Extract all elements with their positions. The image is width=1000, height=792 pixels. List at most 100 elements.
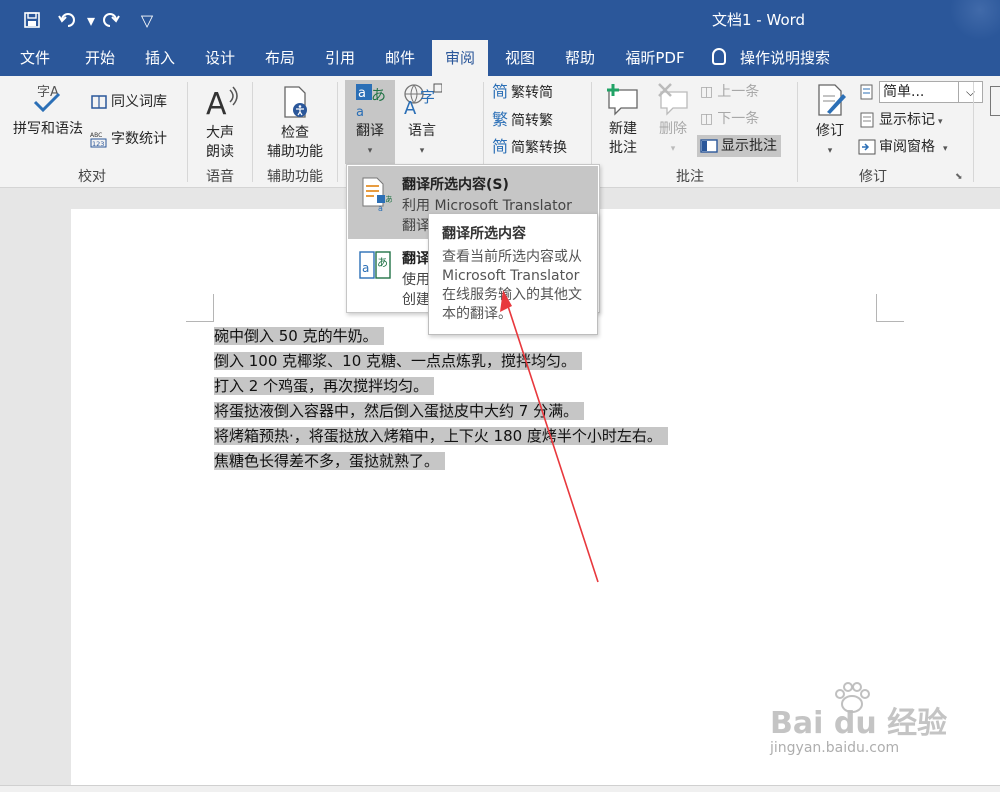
dialog-launcher-icon[interactable]: ⬊ [955, 172, 963, 182]
next-comment-button[interactable]: ◫ 下一条 [700, 108, 759, 130]
document-body[interactable]: 碗中倒入 50 克的牛奶。 倒入 100 克椰浆、10 克糖、一点点炼乳，搅拌均… [214, 324, 668, 474]
delete-dropdown-icon: ▾ [670, 144, 676, 154]
undo-icon[interactable] [55, 8, 79, 32]
accept-changes-icon[interactable] [990, 86, 1000, 116]
conversion-char-icon: 简 [492, 137, 509, 156]
tab-design[interactable]: 设计 [195, 40, 245, 76]
paragraph: 打入 2 个鸡蛋，再次搅拌均匀。 [214, 374, 668, 399]
reviewing-pane-icon [858, 139, 876, 155]
show-markup-dropdown-icon: ▾ [938, 117, 943, 127]
tab-foxit-pdf[interactable]: 福昕PDF [615, 40, 695, 76]
svg-text:a: a [356, 105, 364, 118]
traditional-char-icon: 繁 [492, 110, 509, 129]
delete-comment-button[interactable]: 删除 ▾ [650, 82, 696, 155]
language-dropdown-icon: ▾ [419, 146, 425, 156]
translate-button[interactable]: aあa 翻译 ▾ [345, 80, 395, 164]
show-comments-button[interactable]: 显示批注 [697, 135, 781, 157]
save-icon[interactable] [20, 8, 44, 32]
spelling-grammar-button[interactable]: 字A 拼写和语法 [10, 82, 86, 139]
language-icon: A字 [404, 83, 443, 119]
group-label-speech: 语音 [206, 169, 234, 185]
track-changes-dropdown-icon: ▾ [827, 146, 833, 156]
window-title: 文档1 - Word [712, 11, 806, 29]
group-separator [252, 82, 253, 182]
group-separator [187, 82, 188, 182]
title-bar: ▾ ▽ 文档1 - Word [0, 0, 1000, 40]
group-separator [797, 82, 798, 182]
watermark-logo: Bai du 经验 [770, 706, 948, 741]
lightbulb-icon [712, 48, 726, 65]
svg-text:a: a [378, 204, 383, 212]
tab-insert[interactable]: 插入 [135, 40, 185, 76]
show-comments-icon [700, 139, 718, 153]
margin-corner-top-left [186, 294, 214, 322]
tab-mailings[interactable]: 邮件 [375, 40, 425, 76]
tell-me-search[interactable]: 操作说明搜索 [712, 40, 830, 76]
group-label-proofing: 校对 [78, 169, 106, 185]
chinese-conversion-button[interactable]: 简简繁转换 [492, 136, 567, 158]
svg-text:a: a [362, 261, 369, 275]
new-comment-icon [607, 84, 638, 116]
svg-text:字: 字 [420, 88, 435, 106]
title-decoration [940, 0, 1000, 40]
customize-quick-access-icon[interactable]: ▽ [135, 8, 159, 32]
track-changes-icon [818, 84, 846, 116]
translate-icon: a あa [356, 84, 386, 120]
tab-home[interactable]: 开始 [75, 40, 125, 76]
group-label-tracking: 修订 [859, 169, 887, 185]
accessibility-check-icon [284, 86, 307, 118]
tab-references[interactable]: 引用 [315, 40, 365, 76]
paragraph: 倒入 100 克椰浆、10 克糖、一点点炼乳，搅拌均匀。 [214, 349, 668, 374]
tab-layout[interactable]: 布局 [255, 40, 305, 76]
translate-document-icon: aあ [359, 251, 391, 279]
svg-text:123: 123 [92, 140, 104, 148]
group-label-accessibility: 辅助功能 [267, 169, 323, 185]
tab-help[interactable]: 帮助 [555, 40, 605, 76]
baidu-watermark: Bai du 经验 jingyan.baidu.com [760, 680, 960, 780]
new-comment-button[interactable]: 新建 批注 [600, 82, 646, 158]
check-accessibility-button[interactable]: 检查 辅助功能 [262, 84, 328, 162]
tell-me-label: 操作说明搜索 [740, 49, 831, 67]
svg-text:ABC: ABC [90, 132, 102, 139]
word-count-button[interactable]: ABC 123 字数统计 [90, 128, 167, 150]
svg-text:あ: あ [385, 195, 392, 204]
reviewing-pane-dropdown-icon: ▾ [943, 144, 948, 154]
ribbon-tabs: 文件 开始 插入 设计 布局 引用 邮件 审阅 视图 帮助 福昕PDF 操作说明… [0, 40, 1000, 76]
group-label-comments: 批注 [676, 169, 704, 185]
delete-comment-icon [658, 83, 688, 116]
show-markup-button[interactable]: 显示标记 ▾ [858, 109, 943, 131]
book-icon [91, 95, 107, 109]
simplified-char-icon: 简 [492, 82, 509, 101]
show-markup-icon [860, 112, 874, 128]
read-aloud-icon: A [206, 86, 238, 122]
markup-display-select[interactable]: 简单... ⌵ [858, 81, 983, 103]
translate-dropdown-icon: ▾ [367, 146, 373, 156]
group-separator [973, 82, 974, 182]
simp-to-trad-button[interactable]: 繁简转繁 [492, 109, 553, 131]
group-separator [337, 82, 338, 182]
next-comment-icon: ◫ [700, 111, 714, 127]
previous-comment-icon: ◫ [700, 84, 714, 100]
svg-text:A: A [404, 98, 417, 118]
word-count-icon: ABC123 [90, 132, 107, 148]
read-aloud-button[interactable]: A 大声 朗读 [195, 84, 245, 162]
margin-corner-top-right [876, 294, 904, 322]
tooltip-body: 查看当前所选内容或从 Microsoft Translator 在线服务输入的其… [442, 249, 582, 322]
language-button[interactable]: A字 语言 ▾ [400, 80, 444, 157]
status-bar [0, 785, 1000, 792]
tab-file[interactable]: 文件 [10, 40, 60, 76]
chevron-down-icon[interactable]: ⌵ [959, 81, 983, 103]
svg-text:あ: あ [371, 86, 386, 104]
track-changes-button[interactable]: 修订 ▾ [806, 82, 854, 157]
trad-to-simp-button[interactable]: 简繁转简 [492, 81, 553, 103]
reviewing-pane-button[interactable]: 审阅窗格 ▾ [858, 136, 948, 158]
paragraph: 焦糖色长得差不多，蛋挞就熟了。 [214, 449, 668, 474]
watermark-url: jingyan.baidu.com [770, 740, 900, 756]
thesaurus-button[interactable]: 同义词库 [90, 91, 167, 113]
redo-icon[interactable] [99, 8, 123, 32]
previous-comment-button[interactable]: ◫ 上一条 [700, 81, 759, 103]
svg-text:A: A [206, 87, 227, 120]
svg-text:あ: あ [377, 256, 388, 269]
tab-view[interactable]: 视图 [495, 40, 545, 76]
tab-review[interactable]: 审阅 [432, 40, 488, 76]
